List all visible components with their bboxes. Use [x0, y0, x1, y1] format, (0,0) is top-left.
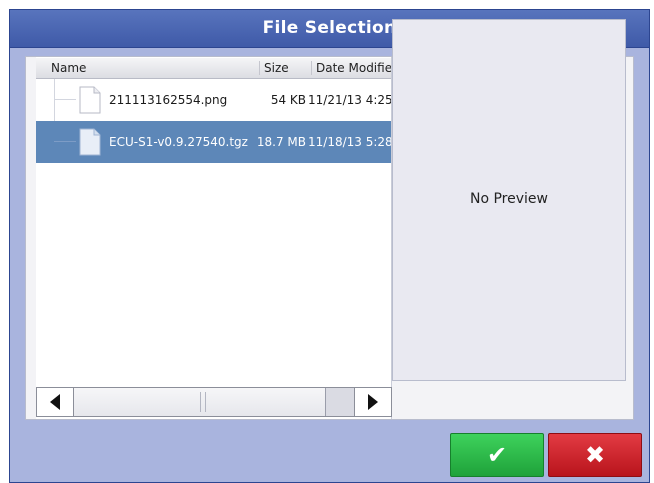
scroll-right-button[interactable]	[354, 387, 392, 417]
column-header-size[interactable]: Size	[259, 61, 304, 75]
scroll-track[interactable]	[74, 387, 354, 417]
column-header-date-modified[interactable]: Date Modifiec	[311, 61, 391, 75]
file-row[interactable]: 211113162554.png 54 KB 11/21/13 4:25	[36, 79, 392, 121]
triangle-right-icon	[368, 394, 378, 410]
cancel-button[interactable]: ✖	[548, 433, 642, 477]
file-name: 211113162554.png	[109, 93, 228, 107]
file-size: 54 KB	[270, 93, 306, 107]
horizontal-scrollbar[interactable]	[36, 387, 392, 419]
file-row-selected[interactable]: ECU-S1-v0.9.27540.tgz 18.7 MB 11/18/13 5…	[36, 121, 392, 163]
file-list: Name Size Date Modifiec 211113162554.png…	[36, 57, 392, 419]
tree-branch	[54, 99, 76, 100]
file-icon	[79, 86, 101, 114]
file-date-modified: 11/18/13 5:28	[308, 135, 392, 149]
column-header-name[interactable]: Name	[51, 61, 241, 75]
file-selection-dialog: File Selection Name Size Date Modifiec 2…	[9, 9, 650, 483]
file-name: ECU-S1-v0.9.27540.tgz	[109, 135, 248, 149]
file-icon	[79, 128, 101, 156]
scroll-left-button[interactable]	[36, 387, 74, 417]
scroll-thumb[interactable]	[74, 388, 326, 416]
file-list-header: Name Size Date Modifiec	[36, 58, 391, 79]
scroll-grip	[200, 392, 206, 412]
triangle-left-icon	[50, 394, 60, 410]
tree-branch	[54, 141, 76, 142]
no-preview-label: No Preview	[470, 191, 548, 207]
preview-pane: No Preview	[392, 19, 626, 381]
file-date-modified: 11/21/13 4:25	[308, 93, 392, 107]
checkmark-icon: ✔	[486, 441, 508, 469]
confirm-button[interactable]: ✔	[450, 433, 544, 477]
x-icon: ✖	[584, 441, 606, 469]
file-size: 18.7 MB	[256, 135, 306, 149]
